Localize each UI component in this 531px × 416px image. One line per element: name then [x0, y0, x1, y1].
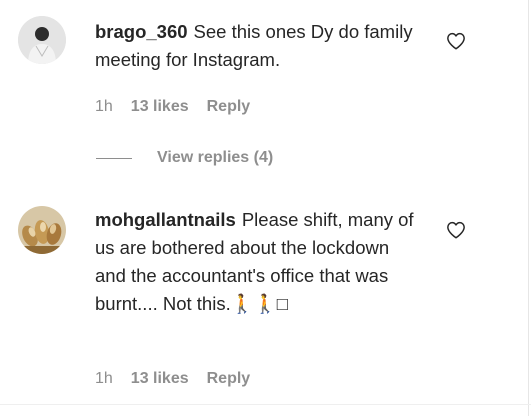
bottom-divider — [0, 404, 531, 405]
username-link[interactable]: brago_360 — [95, 21, 188, 42]
heart-outline-icon[interactable] — [446, 32, 466, 50]
reply-button[interactable]: Reply — [207, 370, 251, 388]
likes-count[interactable]: 13 likes — [131, 98, 189, 116]
heart-outline-icon[interactable] — [446, 221, 466, 239]
comment-meta: 1h 13 likes Reply — [95, 98, 250, 116]
comment-meta: 1h 13 likes Reply — [95, 370, 250, 388]
likes-count[interactable]: 13 likes — [131, 370, 189, 388]
comment-time[interactable]: 1h — [95, 98, 113, 116]
reply-button[interactable]: Reply — [207, 98, 251, 116]
view-replies-label: View replies (4) — [157, 149, 274, 166]
avatar[interactable] — [18, 16, 66, 64]
right-divider — [528, 0, 529, 416]
avatar[interactable] — [18, 206, 66, 254]
comment-body: mohgallantnails Please shift, many of us … — [95, 206, 415, 318]
comment-item: brago_360 See this ones Dy do family meet… — [18, 16, 528, 136]
username-link[interactable]: mohgallantnails — [95, 209, 236, 230]
view-replies-line — [96, 157, 132, 159]
comment-item: mohgallantnails Please shift, many of us … — [18, 206, 528, 396]
comment-time[interactable]: 1h — [95, 370, 113, 388]
comment-body: brago_360 See this ones Dy do family meet… — [95, 18, 415, 74]
view-replies-button[interactable]: View replies (4) — [96, 149, 273, 167]
